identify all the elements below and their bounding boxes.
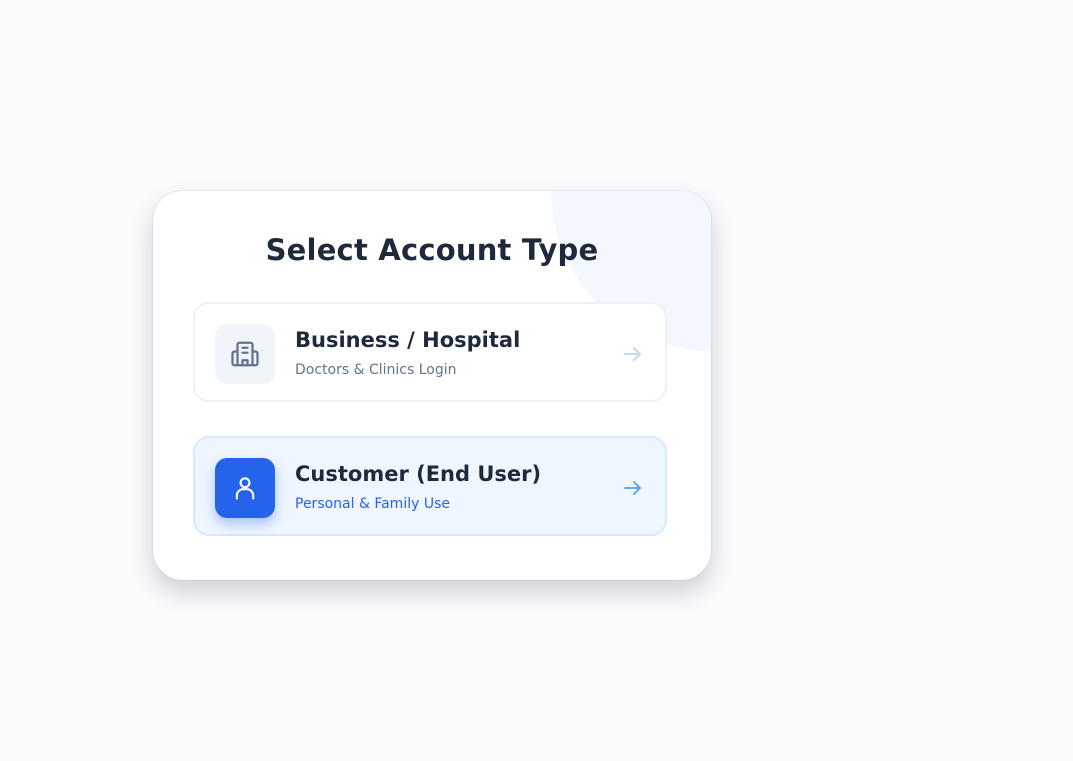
arrow-right-icon: [624, 481, 641, 495]
business-option-title: Business / Hospital: [295, 328, 521, 352]
page-title: Select Account Type: [265, 233, 599, 267]
customer-option-subtitle: Personal & Family Use: [295, 496, 450, 512]
building-icon: [215, 324, 275, 384]
account-type-card: Select Account Type Business / Hospital …: [153, 191, 711, 580]
user-icon: [215, 458, 275, 518]
business-hospital-option[interactable]: Business / Hospital Doctors & Clinics Lo…: [193, 302, 667, 402]
customer-end-user-option[interactable]: Customer (End User) Personal & Family Us…: [193, 436, 667, 536]
business-option-subtitle: Doctors & Clinics Login: [295, 362, 457, 378]
arrow-right-icon: [624, 347, 641, 361]
customer-option-title: Customer (End User): [295, 462, 542, 486]
